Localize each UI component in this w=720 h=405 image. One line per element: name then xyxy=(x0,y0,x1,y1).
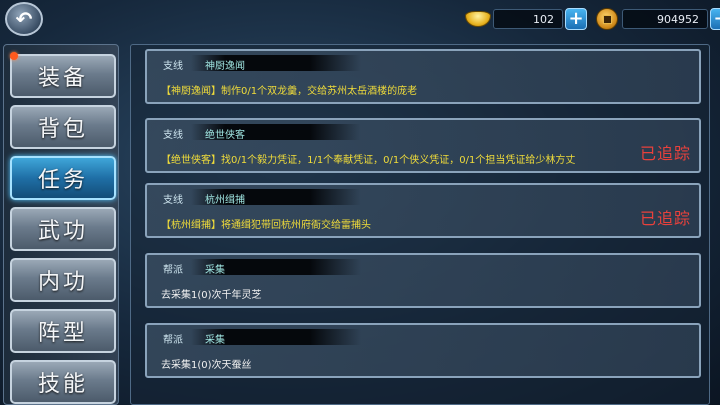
quest-description: 【神厨逸闻】制作0/1个双龙羹，交给苏州太岳酒楼的庞老 xyxy=(161,86,418,97)
quest-type: 帮派 xyxy=(163,335,183,346)
quest-description: 【绝世侠客】找0/1个毅力凭证，1/1个奉献凭证，0/1个侠义凭证，0/1个担当… xyxy=(161,155,576,166)
quest-item[interactable]: 帮派 采集 去采集1(0)次千年灵芝 xyxy=(145,253,701,308)
gold-amount: 102 xyxy=(493,9,563,29)
quest-type: 支线 xyxy=(163,61,183,72)
quest-name: 采集 xyxy=(205,335,225,346)
add-gold-button[interactable]: + xyxy=(565,8,587,30)
quest-name: 采集 xyxy=(205,265,225,276)
sidebar: 装备 背包 任务 武功 内功 阵型 技能 xyxy=(3,44,119,405)
quest-description: 去采集1(0)次天蚕丝 xyxy=(161,360,252,371)
tab-skills[interactable]: 技能 xyxy=(10,360,116,404)
quest-name: 杭州缉捕 xyxy=(205,195,245,206)
quest-type: 帮派 xyxy=(163,265,183,276)
tab-tasks[interactable]: 任务 xyxy=(10,156,116,200)
quest-name: 神厨逸闻 xyxy=(205,61,245,72)
quest-description: 去采集1(0)次千年灵芝 xyxy=(161,290,262,301)
back-arrow-icon: ↶ xyxy=(15,7,33,31)
quest-type: 支线 xyxy=(163,195,183,206)
quest-type: 支线 xyxy=(163,130,183,141)
gold-ingot-icon xyxy=(463,7,493,31)
tab-inner-power[interactable]: 内功 xyxy=(10,258,116,302)
quest-item[interactable]: 支线 绝世侠客 【绝世侠客】找0/1个毅力凭证，1/1个奉献凭证，0/1个侠义凭… xyxy=(145,118,701,173)
plus-icon: + xyxy=(713,8,720,29)
add-coin-button[interactable]: + xyxy=(710,8,720,30)
plus-icon: + xyxy=(568,8,584,29)
coin-amount: 904952 xyxy=(622,9,708,29)
quest-list-panel: 支线 神厨逸闻 【神厨逸闻】制作0/1个双龙羹，交给苏州太岳酒楼的庞老 支线 绝… xyxy=(130,44,710,405)
back-button[interactable]: ↶ xyxy=(5,2,43,36)
tab-martial-arts[interactable]: 武功 xyxy=(10,207,116,251)
notification-dot xyxy=(10,52,18,60)
tab-formation[interactable]: 阵型 xyxy=(10,309,116,353)
copper-coin-icon xyxy=(592,7,622,31)
tab-backpack[interactable]: 背包 xyxy=(10,105,116,149)
top-bar: ↶ 102 + 904952 + xyxy=(0,0,720,38)
quest-tracked-label: 已追踪 xyxy=(639,144,691,163)
gold-currency: 102 + xyxy=(463,7,587,31)
quest-tracked-label: 已追踪 xyxy=(639,209,691,228)
quest-item[interactable]: 支线 神厨逸闻 【神厨逸闻】制作0/1个双龙羹，交给苏州太岳酒楼的庞老 xyxy=(145,49,701,104)
quest-item[interactable]: 帮派 采集 去采集1(0)次天蚕丝 xyxy=(145,323,701,378)
quest-item[interactable]: 支线 杭州缉捕 【杭州缉捕】将通缉犯带回杭州府衙交给雷捕头 已追踪 xyxy=(145,183,701,238)
tab-equipment[interactable]: 装备 xyxy=(10,54,116,98)
quest-name: 绝世侠客 xyxy=(205,130,245,141)
quest-description: 【杭州缉捕】将通缉犯带回杭州府衙交给雷捕头 xyxy=(161,220,371,231)
coin-currency: 904952 + xyxy=(592,7,720,31)
